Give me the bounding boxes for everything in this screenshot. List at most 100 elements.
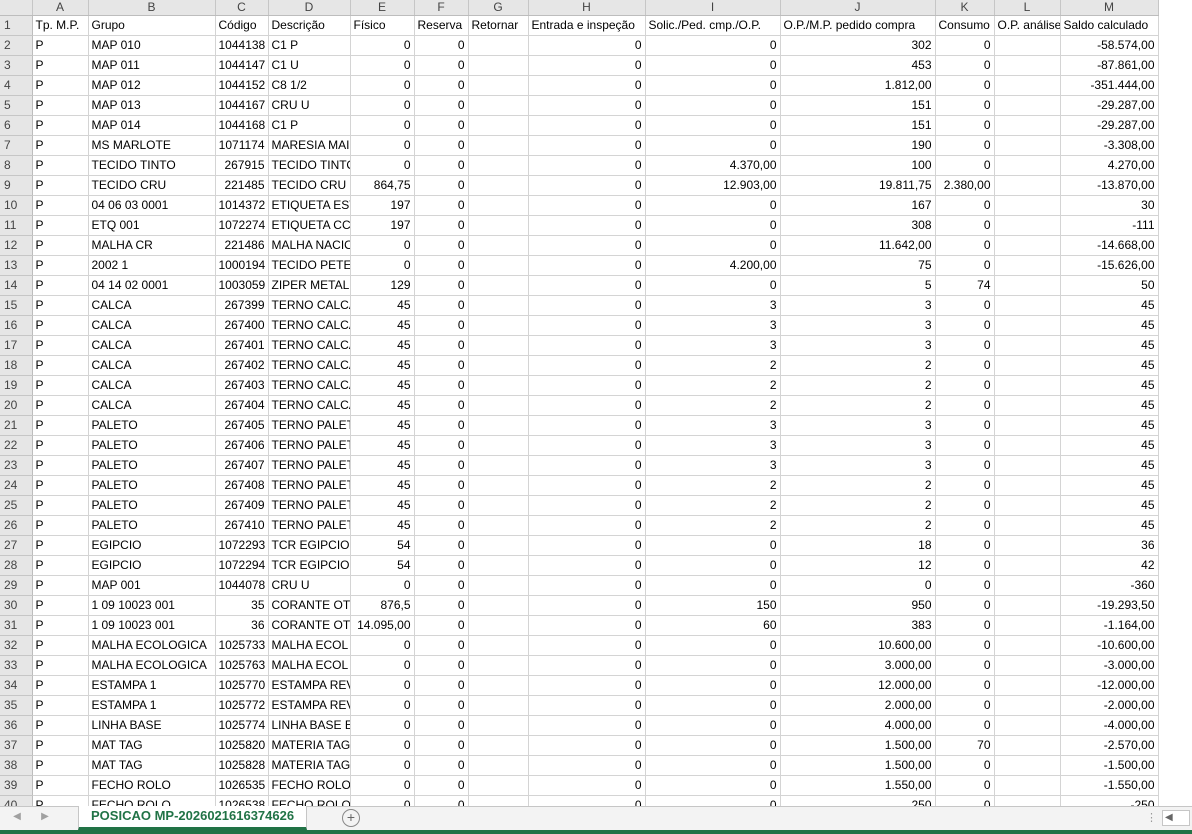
cell-c40[interactable]: 1026538: [215, 795, 269, 806]
column-header-i[interactable]: I: [645, 0, 781, 16]
row-header[interactable]: 4: [0, 75, 33, 96]
cell-g36[interactable]: [468, 715, 529, 736]
cell-b33[interactable]: MALHA ECOLOGICA: [88, 655, 216, 676]
row-header[interactable]: 38: [0, 755, 33, 776]
cell-g39[interactable]: [468, 775, 529, 796]
cell-i2[interactable]: 0: [645, 35, 781, 56]
cell-h21[interactable]: 0: [528, 415, 646, 436]
cell-c36[interactable]: 1025774: [215, 715, 269, 736]
cell-a12[interactable]: P: [32, 235, 89, 256]
cell-l20[interactable]: [994, 395, 1061, 416]
cell-f7[interactable]: 0: [414, 135, 469, 156]
cell-c23[interactable]: 267407: [215, 455, 269, 476]
cell-l25[interactable]: [994, 495, 1061, 516]
cell-j30[interactable]: 950: [780, 595, 936, 616]
cell-d30[interactable]: CORANTE OT: [268, 595, 351, 616]
cell-g32[interactable]: [468, 635, 529, 656]
cell-f36[interactable]: 0: [414, 715, 469, 736]
cell-d31[interactable]: CORANTE OT: [268, 615, 351, 636]
cell-d8[interactable]: TECIDO TINTO: [268, 155, 351, 176]
row-header[interactable]: 6: [0, 115, 33, 136]
cell-j24[interactable]: 2: [780, 475, 936, 496]
cell-c34[interactable]: 1025770: [215, 675, 269, 696]
cell-k16[interactable]: 0: [935, 315, 995, 336]
cell-e14[interactable]: 129: [350, 275, 415, 296]
cell-d39[interactable]: FECHO ROLO: [268, 775, 351, 796]
cell-j22[interactable]: 3: [780, 435, 936, 456]
cell-h38[interactable]: 0: [528, 755, 646, 776]
cell-d25[interactable]: TERNO PALET: [268, 495, 351, 516]
more-options-icon[interactable]: ⋮: [1146, 811, 1157, 824]
cell-d22[interactable]: TERNO PALET: [268, 435, 351, 456]
cell-g16[interactable]: [468, 315, 529, 336]
cell-g23[interactable]: [468, 455, 529, 476]
cell-g14[interactable]: [468, 275, 529, 296]
cell-h12[interactable]: 0: [528, 235, 646, 256]
cell-b3[interactable]: MAP 011: [88, 55, 216, 76]
cell-l13[interactable]: [994, 255, 1061, 276]
cell-j8[interactable]: 100: [780, 155, 936, 176]
cell-d3[interactable]: C1 U: [268, 55, 351, 76]
cell-f15[interactable]: 0: [414, 295, 469, 316]
cell-b39[interactable]: FECHO ROLO: [88, 775, 216, 796]
cell-d1[interactable]: Descrição: [268, 15, 351, 36]
cell-a10[interactable]: P: [32, 195, 89, 216]
cell-a9[interactable]: P: [32, 175, 89, 196]
cell-f20[interactable]: 0: [414, 395, 469, 416]
column-header-g[interactable]: G: [468, 0, 529, 16]
row-header[interactable]: 16: [0, 315, 33, 336]
cell-g35[interactable]: [468, 695, 529, 716]
cell-f6[interactable]: 0: [414, 115, 469, 136]
cell-b21[interactable]: PALETO: [88, 415, 216, 436]
cell-g10[interactable]: [468, 195, 529, 216]
horizontal-scrollbar[interactable]: ◀: [1162, 810, 1190, 826]
cell-f9[interactable]: 0: [414, 175, 469, 196]
cell-e38[interactable]: 0: [350, 755, 415, 776]
cell-l22[interactable]: [994, 435, 1061, 456]
cell-h30[interactable]: 0: [528, 595, 646, 616]
cell-g13[interactable]: [468, 255, 529, 276]
cell-m27[interactable]: 36: [1060, 535, 1159, 556]
cell-c26[interactable]: 267410: [215, 515, 269, 536]
cell-f34[interactable]: 0: [414, 675, 469, 696]
cell-a15[interactable]: P: [32, 295, 89, 316]
cell-i36[interactable]: 0: [645, 715, 781, 736]
cell-h32[interactable]: 0: [528, 635, 646, 656]
cell-e36[interactable]: 0: [350, 715, 415, 736]
column-header-l[interactable]: L: [994, 0, 1061, 16]
cell-h9[interactable]: 0: [528, 175, 646, 196]
cell-i29[interactable]: 0: [645, 575, 781, 596]
cell-h23[interactable]: 0: [528, 455, 646, 476]
cell-h20[interactable]: 0: [528, 395, 646, 416]
cell-d9[interactable]: TECIDO CRU: [268, 175, 351, 196]
cell-a26[interactable]: P: [32, 515, 89, 536]
cell-h29[interactable]: 0: [528, 575, 646, 596]
cell-g27[interactable]: [468, 535, 529, 556]
cell-a39[interactable]: P: [32, 775, 89, 796]
cell-d26[interactable]: TERNO PALET: [268, 515, 351, 536]
cell-c30[interactable]: 35: [215, 595, 269, 616]
cell-j17[interactable]: 3: [780, 335, 936, 356]
cell-j37[interactable]: 1.500,00: [780, 735, 936, 756]
cell-d24[interactable]: TERNO PALET: [268, 475, 351, 496]
cell-j3[interactable]: 453: [780, 55, 936, 76]
cell-m8[interactable]: 4.270,00: [1060, 155, 1159, 176]
cell-g37[interactable]: [468, 735, 529, 756]
spreadsheet-grid[interactable]: ABCDEFGHIJKLM 1 Tp. M.P. Grupo Código Descri…: [0, 0, 1192, 806]
cell-l34[interactable]: [994, 675, 1061, 696]
cell-a40[interactable]: P: [32, 795, 89, 806]
cell-m3[interactable]: -87.861,00: [1060, 55, 1159, 76]
cell-k38[interactable]: 0: [935, 755, 995, 776]
cell-j25[interactable]: 2: [780, 495, 936, 516]
cell-f3[interactable]: 0: [414, 55, 469, 76]
cell-e34[interactable]: 0: [350, 675, 415, 696]
cell-k35[interactable]: 0: [935, 695, 995, 716]
cell-l5[interactable]: [994, 95, 1061, 116]
cell-g18[interactable]: [468, 355, 529, 376]
row-header[interactable]: 26: [0, 515, 33, 536]
cell-k7[interactable]: 0: [935, 135, 995, 156]
cell-k33[interactable]: 0: [935, 655, 995, 676]
cell-a33[interactable]: P: [32, 655, 89, 676]
cell-h8[interactable]: 0: [528, 155, 646, 176]
cell-h24[interactable]: 0: [528, 475, 646, 496]
